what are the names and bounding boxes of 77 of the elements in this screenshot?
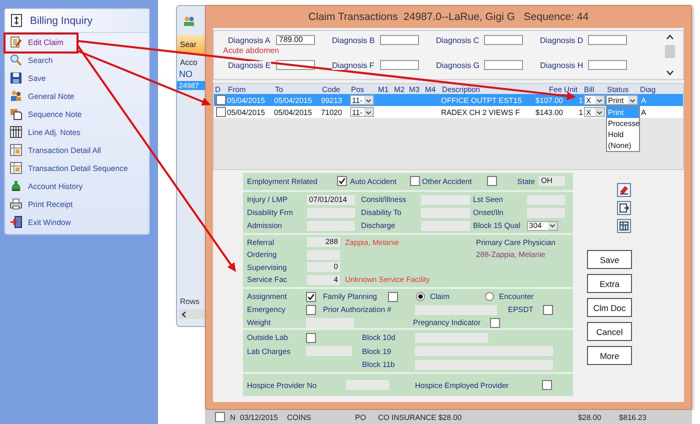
table-cell[interactable]: NO <box>177 69 192 79</box>
field-label: Diagnosis A <box>228 36 270 44</box>
field-label: Diagnosis G <box>436 60 480 70</box>
chevron-down-icon <box>595 96 604 104</box>
chevron-down-icon[interactable] <box>666 70 674 76</box>
text-field[interactable] <box>380 60 419 70</box>
window-title: Claim Transactions 24987.0--LaRue, Gigi G Sequence: 44 <box>307 10 590 25</box>
field-label: Diagnosis H <box>540 60 584 70</box>
chevron-up-icon[interactable] <box>666 34 674 40</box>
people-icon <box>10 90 22 102</box>
chevron-down-icon <box>548 222 557 230</box>
text-field[interactable] <box>588 60 627 70</box>
note-icon <box>10 108 22 120</box>
dialog-button[interactable]: Clm Doc <box>587 298 632 317</box>
checkbox[interactable] <box>337 176 347 186</box>
text-field[interactable] <box>527 194 565 204</box>
save-icon <box>10 72 22 84</box>
field-label: Diagnosis B <box>332 36 375 44</box>
chevron-down-icon <box>628 96 637 104</box>
chevron-down-icon <box>595 108 604 116</box>
text-field[interactable] <box>421 220 470 230</box>
printer-icon <box>10 198 22 210</box>
checkbox[interactable] <box>388 292 398 302</box>
checkbox[interactable] <box>490 318 500 328</box>
people-icon <box>183 16 195 26</box>
checkbox[interactable] <box>410 176 420 186</box>
dialog-button[interactable]: Extra <box>587 274 632 293</box>
text-field[interactable] <box>307 220 355 230</box>
field-label: Diagnosis F <box>332 60 374 70</box>
dialog-button[interactable]: Cancel <box>587 322 632 341</box>
checkbox[interactable] <box>216 95 226 105</box>
exit-icon <box>10 216 22 228</box>
checkbox[interactable] <box>216 107 226 117</box>
chevron-down-icon <box>364 108 373 116</box>
text-field[interactable] <box>415 304 497 314</box>
checkbox[interactable] <box>542 380 552 390</box>
field-label: Diagnosis E <box>228 60 271 70</box>
table-icon <box>10 162 22 174</box>
search-icon <box>10 54 22 66</box>
money-bag-icon <box>10 180 22 192</box>
text-field[interactable] <box>307 250 340 260</box>
text-field[interactable] <box>306 318 354 328</box>
grid-icon <box>10 126 22 138</box>
checkbox[interactable] <box>543 304 553 314</box>
document-icon[interactable] <box>617 201 631 215</box>
text-field[interactable] <box>588 35 627 45</box>
diagnosis-note: Acute abdomen <box>223 46 280 57</box>
text-field[interactable] <box>306 346 352 356</box>
chevron-down-icon <box>364 96 373 104</box>
scrollbar[interactable] <box>663 34 677 76</box>
text-field[interactable] <box>415 346 553 356</box>
edit-icon[interactable] <box>617 183 631 197</box>
checkbox[interactable] <box>306 332 316 343</box>
dialog-button[interactable]: More <box>587 346 632 365</box>
text-field[interactable] <box>484 60 523 70</box>
text-field[interactable] <box>421 194 470 204</box>
text-field[interactable] <box>415 360 553 370</box>
field-label: Diagnosis C <box>436 36 480 44</box>
text-field[interactable] <box>484 35 523 45</box>
text-field[interactable] <box>421 208 470 218</box>
dialog-button[interactable]: Save <box>587 250 632 269</box>
text-field[interactable] <box>346 380 389 390</box>
document-icon <box>11 14 22 27</box>
scrollbar[interactable] <box>179 309 206 319</box>
edit-icon <box>10 36 22 48</box>
text-field[interactable] <box>415 332 488 343</box>
checkbox[interactable] <box>487 176 497 186</box>
text-field[interactable] <box>380 35 419 45</box>
text-field[interactable] <box>307 208 355 218</box>
field-label: Diagnosis D <box>540 36 584 44</box>
chevron-left-icon[interactable] <box>181 310 187 318</box>
panel-title: Billing Inquiry <box>30 14 92 26</box>
table-icon <box>10 144 22 156</box>
checkbox[interactable] <box>306 304 316 314</box>
text-field[interactable] <box>527 208 565 218</box>
checkbox[interactable] <box>306 292 316 302</box>
checkbox[interactable] <box>215 412 225 422</box>
